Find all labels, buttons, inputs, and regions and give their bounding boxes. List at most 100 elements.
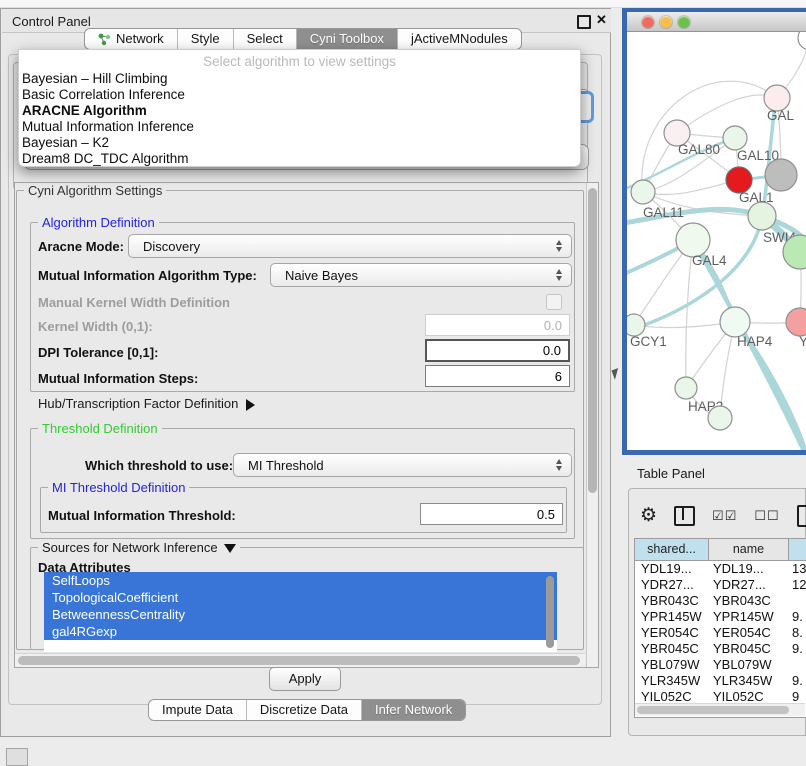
attributes-scrollbar-thumb[interactable]: [546, 576, 554, 648]
close-traffic-light-icon[interactable]: [642, 16, 654, 28]
sources-label-wrap[interactable]: Sources for Network Inference: [38, 540, 240, 555]
table-cell[interactable]: YLR345W: [635, 673, 709, 689]
document-icon[interactable]: [797, 505, 806, 527]
table-cell[interactable]: YBL079W: [709, 657, 789, 673]
algorithm-option-list: Bayesian – Hill ClimbingBasic Correlatio…: [19, 71, 580, 167]
table-horizontal-scrollbar-thumb[interactable]: [637, 706, 789, 714]
algorithm-option[interactable]: Bayesian – K2: [19, 135, 580, 151]
table-cell[interactable]: YPR145W: [709, 609, 789, 625]
table-cell[interactable]: 8.: [789, 625, 806, 641]
minimized-panel-icon[interactable]: [6, 748, 28, 766]
algorithm-definition-label: Algorithm Definition: [38, 215, 159, 230]
table-row[interactable]: YBR045CYBR045C9.: [635, 641, 806, 657]
network-node[interactable]: [765, 159, 797, 191]
column-header[interactable]: [789, 539, 806, 560]
table-toolbar: ⚙ ☑☑ ☐☐: [640, 503, 806, 529]
table-cell[interactable]: YER054C: [709, 625, 789, 641]
tab-select[interactable]: Select: [233, 29, 296, 49]
attribute-item[interactable]: gal4RGexp: [44, 623, 557, 640]
network-node[interactable]: [798, 32, 806, 50]
network-node[interactable]: [631, 180, 655, 204]
hub-definition-toggle[interactable]: Hub/Transcription Factor Definition: [38, 396, 255, 411]
settings-horizontal-scrollbar-thumb[interactable]: [18, 656, 580, 665]
table-cell[interactable]: [789, 657, 806, 673]
network-node[interactable]: [723, 126, 747, 150]
table-cell[interactable]: YBR045C: [635, 641, 709, 657]
network-canvas[interactable]: GALGAL80GAL10GAL1GAL11SWI4GAL4GCY1HAP4YH…: [627, 32, 806, 450]
network-node[interactable]: [676, 223, 710, 257]
close-icon[interactable]: ✕: [596, 12, 607, 28]
float-window-icon[interactable]: [577, 15, 591, 29]
minimize-traffic-light-icon[interactable]: [660, 16, 672, 28]
tab-cyni-toolbox[interactable]: Cyni Toolbox: [296, 29, 397, 49]
dpi-tolerance-field[interactable]: 0.0: [425, 339, 570, 362]
mi-steps-field[interactable]: 6: [425, 365, 570, 387]
tab-network[interactable]: Network: [85, 29, 177, 49]
aracne-mode-label: Aracne Mode:: [38, 239, 124, 254]
table-cell[interactable]: 9.: [789, 673, 806, 689]
network-node[interactable]: [786, 308, 806, 336]
mi-threshold-field[interactable]: 0.5: [420, 503, 563, 525]
tab-style[interactable]: Style: [177, 29, 233, 49]
tab-discretize-data[interactable]: Discretize Data: [246, 700, 361, 720]
table-cell[interactable]: YDL19...: [709, 561, 789, 577]
manual-kernel-checkbox[interactable]: [546, 294, 562, 310]
table-cell[interactable]: [789, 593, 806, 609]
column-header[interactable]: name: [709, 539, 789, 560]
table-row[interactable]: YER054CYER054C8.: [635, 625, 806, 641]
algorithm-option[interactable]: Basic Correlation Inference: [19, 87, 580, 103]
algorithm-dropdown-popup: Select algorithm to view settings Bayesi…: [18, 49, 581, 167]
checked-boxes-icon[interactable]: ☑☑: [712, 508, 737, 524]
table-cell[interactable]: YBR043C: [709, 593, 789, 609]
combo-arrows-icon: [556, 459, 562, 471]
table-cell[interactable]: YDL19...: [635, 561, 709, 577]
which-threshold-combo[interactable]: MI Threshold: [233, 453, 572, 477]
network-node[interactable]: [627, 314, 645, 336]
apply-button[interactable]: Apply: [269, 667, 341, 691]
tab-label: Cyni Toolbox: [310, 29, 384, 49]
table-row[interactable]: YBR043CYBR043C: [635, 593, 806, 609]
attribute-item[interactable]: TopologicalCoefficient: [44, 589, 557, 606]
node-label: GCY1: [630, 334, 667, 349]
network-node[interactable]: [748, 202, 776, 230]
column-header[interactable]: shared...: [635, 539, 709, 560]
table-cell[interactable]: YER054C: [635, 625, 709, 641]
kernel-width-field[interactable]: 0.0: [425, 314, 570, 336]
table-cell[interactable]: 9.: [789, 641, 806, 657]
table-cell[interactable]: YDR27...: [635, 577, 709, 593]
algorithm-option[interactable]: Mutual Information Inference: [19, 119, 580, 135]
attribute-item[interactable]: BetweennessCentrality: [44, 606, 557, 623]
settings-vertical-scrollbar-thumb[interactable]: [588, 188, 597, 493]
table-cell[interactable]: YLR345W: [709, 673, 789, 689]
network-node[interactable]: [675, 377, 697, 399]
algorithm-option[interactable]: Bayesian – Hill Climbing: [19, 71, 580, 87]
table-row[interactable]: YBL079WYBL079W: [635, 657, 806, 673]
table-cell[interactable]: YDR27...: [709, 577, 789, 593]
table-cell[interactable]: YBR045C: [709, 641, 789, 657]
unchecked-boxes-icon[interactable]: ☐☐: [754, 508, 779, 524]
table-cell[interactable]: YBR043C: [635, 593, 709, 609]
attribute-item[interactable]: SelfLoops: [44, 572, 557, 589]
network-node[interactable]: [708, 406, 732, 430]
table-row[interactable]: YLR345WYLR345W9.: [635, 673, 806, 689]
table-row[interactable]: YDL19...YDL19...13: [635, 561, 806, 577]
network-node[interactable]: [720, 307, 750, 337]
algorithm-option[interactable]: ARACNE Algorithm: [19, 103, 580, 119]
network-window-titlebar[interactable]: [627, 12, 806, 32]
aracne-mode-combo[interactable]: Discovery: [128, 234, 572, 258]
table-cell[interactable]: 12: [789, 577, 806, 593]
table-row[interactable]: YPR145WYPR145W9.: [635, 609, 806, 625]
table-cell[interactable]: 13: [789, 561, 806, 577]
gear-icon[interactable]: ⚙: [640, 506, 657, 526]
tab-jactivemnodules[interactable]: jActiveMNodules: [397, 29, 521, 49]
algorithm-option[interactable]: Dream8 DC_TDC Algorithm: [19, 151, 580, 167]
zoom-traffic-light-icon[interactable]: [678, 16, 690, 28]
tab-infer-network[interactable]: Infer Network: [361, 700, 465, 720]
table-cell[interactable]: YBL079W: [635, 657, 709, 673]
table-cell[interactable]: 9.: [789, 609, 806, 625]
mi-type-combo[interactable]: Naive Bayes: [270, 263, 572, 287]
tab-impute-data[interactable]: Impute Data: [149, 700, 246, 720]
split-columns-icon[interactable]: [674, 506, 695, 526]
table-cell[interactable]: YPR145W: [635, 609, 709, 625]
table-row[interactable]: YDR27...YDR27...12: [635, 577, 806, 593]
